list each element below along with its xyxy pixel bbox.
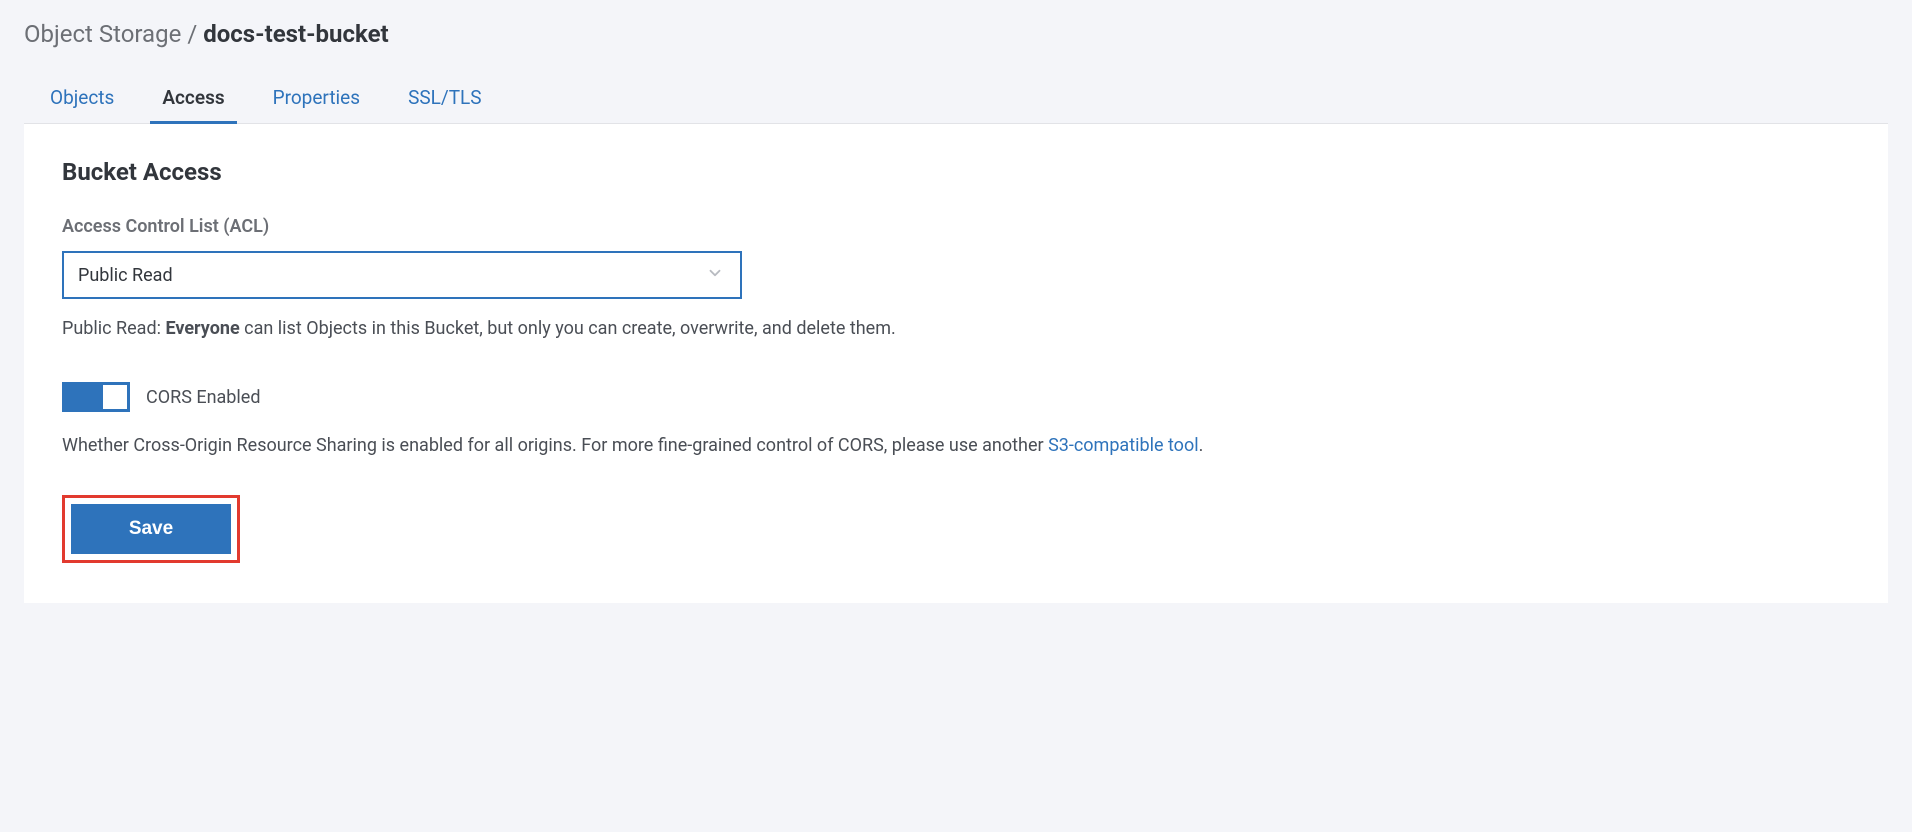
tab-objects[interactable]: Objects (48, 76, 116, 123)
toggle-knob (103, 385, 127, 409)
cors-toggle-label: CORS Enabled (146, 387, 261, 408)
tab-access[interactable]: Access (160, 76, 226, 123)
access-panel: Bucket Access Access Control List (ACL) … (24, 124, 1888, 603)
s3-compatible-tool-link[interactable]: S3-compatible tool (1048, 435, 1199, 456)
acl-label: Access Control List (ACL) (62, 216, 1850, 237)
acl-helper-text: Public Read: Everyone can list Objects i… (62, 315, 1850, 342)
acl-select[interactable]: Public Read (62, 251, 742, 299)
breadcrumb-root[interactable]: Object Storage (24, 20, 181, 48)
tab-ssl[interactable]: SSL/TLS (406, 76, 484, 123)
tab-bar: Objects Access Properties SSL/TLS (24, 76, 1888, 124)
acl-select-value: Public Read (78, 265, 173, 286)
cors-description: Whether Cross-Origin Resource Sharing is… (62, 432, 1850, 459)
breadcrumb: Object Storage / docs-test-bucket (24, 20, 1888, 48)
cors-toggle[interactable] (62, 382, 130, 412)
breadcrumb-separator: / (187, 20, 197, 48)
section-title: Bucket Access (62, 158, 1850, 186)
save-button[interactable]: Save (71, 504, 231, 554)
save-highlight-box: Save (62, 495, 240, 563)
breadcrumb-current: docs-test-bucket (203, 20, 388, 48)
tab-properties[interactable]: Properties (271, 76, 362, 123)
